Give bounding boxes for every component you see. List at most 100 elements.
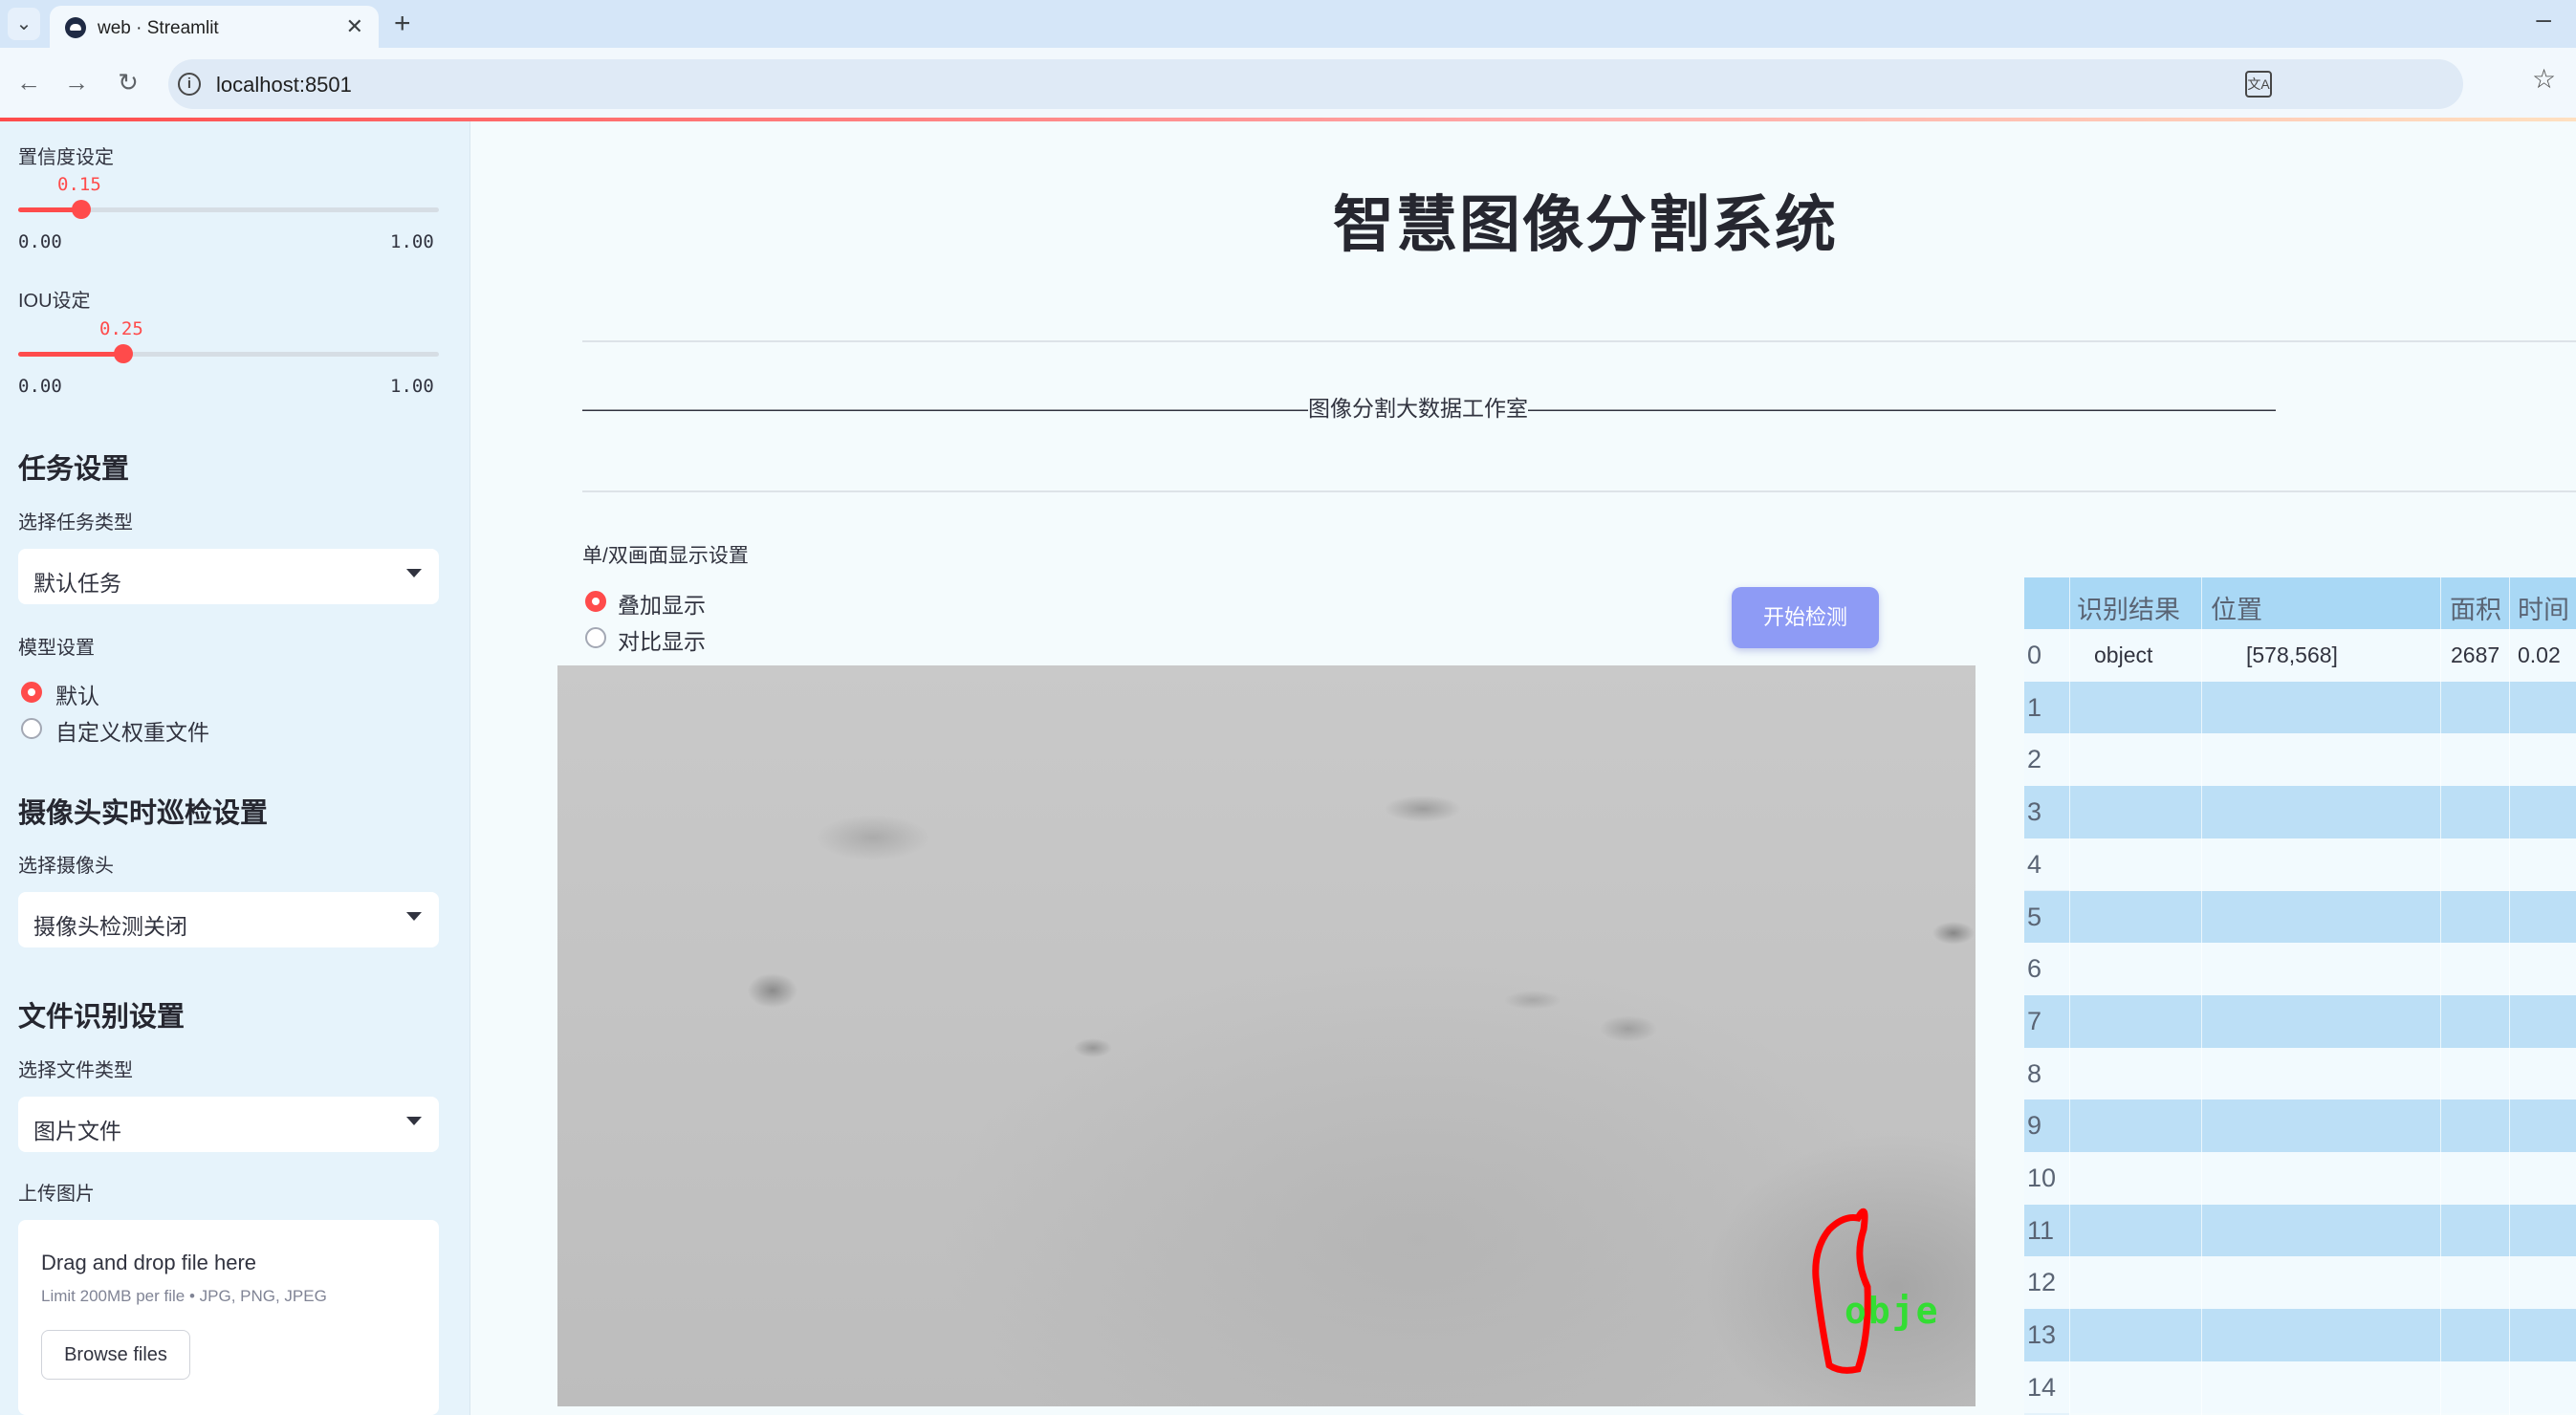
camera-select[interactable]: 摄像头检测关闭 (18, 892, 439, 947)
confidence-slider-thumb[interactable] (72, 200, 91, 219)
row-index: 11 (2027, 1215, 2055, 1245)
cell-position: [578,568] (2246, 642, 2338, 667)
file-type-select[interactable]: 图片文件 (18, 1097, 439, 1152)
confidence-value: 0.15 (57, 174, 101, 195)
table-row[interactable]: 5 (2024, 890, 2576, 944)
results-table[interactable]: 识别结果 位置 面积 时间 0 object [578,568] 2687 0.02 1 2… (2024, 577, 2576, 1415)
table-row[interactable]: 8 (2024, 1047, 2576, 1100)
row-index: 1 (2027, 692, 2042, 722)
streamlit-favicon-icon (65, 17, 86, 38)
table-row[interactable]: 7 (2024, 994, 2576, 1048)
task-settings-header: 任务设置 (18, 454, 130, 485)
iou-max: 1.00 (390, 376, 434, 397)
cell-time: 0.02 (2518, 642, 2561, 667)
back-arrow-icon[interactable]: ← (11, 65, 46, 99)
header-result: 识别结果 (2077, 596, 2180, 624)
window-minimize-icon[interactable]: – (2536, 4, 2551, 34)
forward-arrow-icon[interactable]: → (59, 65, 94, 99)
table-header: 识别结果 位置 面积 时间 (2024, 577, 2576, 629)
iou-slider-thumb[interactable] (114, 344, 133, 363)
column-divider (2509, 577, 2510, 1415)
row-index: 4 (2027, 849, 2042, 879)
detection-image: obje (557, 665, 1976, 1406)
model-custom-label[interactable]: 自定义权重文件 (55, 714, 209, 747)
bookmark-star-icon[interactable]: ☆ (2532, 63, 2556, 95)
overlay-display-radio[interactable] (585, 591, 606, 612)
site-info-icon[interactable]: i (178, 73, 201, 96)
table-row[interactable]: 12 (2024, 1256, 2576, 1310)
model-default-label[interactable]: 默认 (55, 678, 99, 710)
model-custom-radio[interactable] (21, 718, 42, 739)
chevron-down-icon (406, 1117, 422, 1125)
row-index: 2 (2027, 745, 2042, 774)
translate-icon[interactable]: 文A (2245, 71, 2272, 98)
table-row[interactable]: 4 (2024, 838, 2576, 891)
table-row[interactable]: 13 (2024, 1309, 2576, 1361)
iou-slider[interactable] (18, 344, 439, 363)
compare-display-label[interactable]: 对比显示 (618, 623, 706, 656)
row-index: 9 (2027, 1111, 2042, 1141)
camera-settings-header: 摄像头实时巡检设置 (18, 798, 269, 829)
row-index: 3 (2027, 797, 2042, 827)
table-row[interactable]: 0 object [578,568] 2687 0.02 (2024, 629, 2576, 682)
table-row[interactable]: 10 (2024, 1152, 2576, 1205)
overlay-display-label[interactable]: 叠加显示 (618, 587, 706, 620)
detection-class-label: obje (1845, 1290, 1940, 1332)
table-row[interactable]: 2 (2024, 733, 2576, 787)
iou-min: 0.00 (18, 376, 62, 397)
column-divider (2201, 577, 2202, 1415)
table-row[interactable]: 14 (2024, 1361, 2576, 1414)
model-settings-label: 模型设置 (18, 638, 95, 659)
table-row[interactable]: 6 (2024, 943, 2576, 995)
compare-display-radio[interactable] (585, 627, 606, 648)
browse-files-button[interactable]: Browse files (41, 1330, 190, 1380)
row-index: 10 (2027, 1164, 2057, 1192)
column-divider (2069, 577, 2070, 1415)
task-type-select[interactable]: 默认任务 (18, 549, 439, 604)
start-detection-button[interactable]: 开始检测 (1732, 587, 1879, 648)
file-settings-header: 文件识别设置 (18, 1002, 186, 1033)
file-dropzone[interactable]: Drag and drop file here Limit 200MB per … (18, 1220, 439, 1415)
chevron-down-icon (406, 912, 422, 921)
url-text[interactable]: localhost:8501 (216, 73, 352, 98)
file-type-label: 选择文件类型 (18, 1060, 133, 1081)
camera-value: 摄像头检测关闭 (33, 914, 187, 939)
browser-tab-strip: ⌄ web · Streamlit ✕ + – (0, 0, 2576, 48)
tab-title: web · Streamlit (98, 18, 219, 38)
table-row[interactable]: 3 (2024, 786, 2576, 838)
studio-banner: —————————————————————————————————图像分割大数据… (582, 396, 2276, 421)
sidebar: 置信度设定 0.15 0.00 1.00 IOU设定 0.25 0.00 1.0… (0, 121, 470, 1415)
display-mode-label: 单/双画面显示设置 (582, 545, 749, 567)
browser-tab[interactable]: web · Streamlit ✕ (50, 6, 379, 48)
iou-value: 0.25 (99, 318, 143, 339)
tab-search-chevron-icon[interactable]: ⌄ (8, 8, 40, 40)
model-default-radio[interactable] (21, 682, 42, 703)
column-divider (2440, 577, 2441, 1415)
file-type-value: 图片文件 (33, 1119, 121, 1143)
tab-close-icon[interactable]: ✕ (346, 14, 363, 39)
row-index: 7 (2027, 1006, 2042, 1035)
header-area: 面积 (2450, 596, 2501, 624)
table-row[interactable]: 9 (2024, 1099, 2576, 1152)
row-index: 13 (2027, 1320, 2057, 1350)
header-position: 位置 (2211, 596, 2262, 624)
divider-top (582, 340, 2576, 342)
segmentation-overlay (1812, 1208, 1871, 1374)
iou-label: IOU设定 (18, 291, 91, 312)
row-index: 0 (2027, 641, 2042, 669)
confidence-min: 0.00 (18, 231, 62, 252)
table-row[interactable]: 1 (2024, 681, 2576, 734)
confidence-max: 1.00 (390, 231, 434, 252)
confidence-label: 置信度设定 (18, 147, 114, 168)
cell-area: 2687 (2451, 642, 2500, 667)
table-row[interactable]: 11 (2024, 1204, 2576, 1257)
confidence-slider[interactable] (18, 200, 439, 219)
dropzone-limits: Limit 200MB per file • JPG, PNG, JPEG (41, 1287, 327, 1305)
reload-icon[interactable]: ↻ (111, 65, 145, 99)
browser-toolbar: ← → ↻ i localhost:8501 文A (0, 48, 2576, 120)
new-tab-plus-icon[interactable]: + (394, 8, 411, 40)
address-bar[interactable]: i localhost:8501 文A (168, 59, 2463, 109)
header-time: 时间 (2518, 596, 2569, 624)
camera-select-label: 选择摄像头 (18, 856, 114, 877)
cell-result: object (2094, 642, 2153, 667)
